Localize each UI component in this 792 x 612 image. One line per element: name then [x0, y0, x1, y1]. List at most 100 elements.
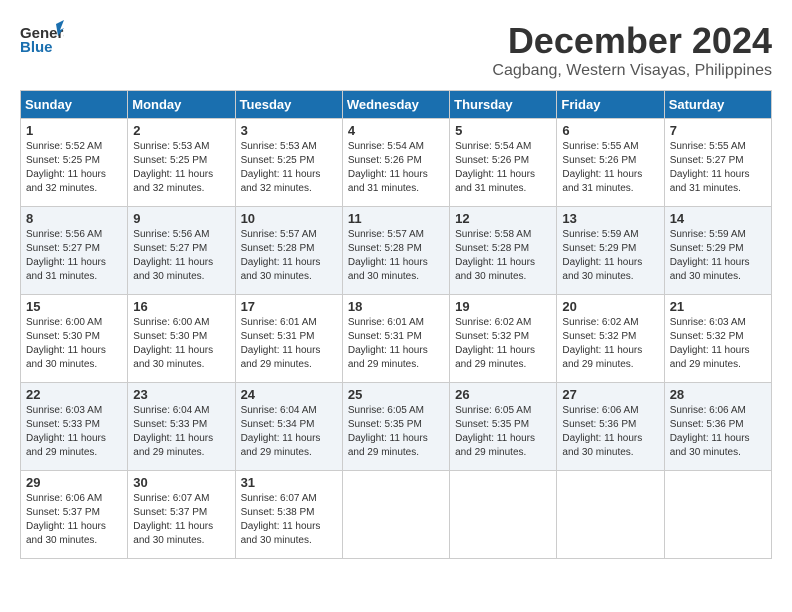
day-number: 14	[670, 211, 766, 226]
month-title: December 2024	[492, 20, 772, 62]
day-number: 16	[133, 299, 229, 314]
calendar-cell-1-5: 5 Sunrise: 5:54 AM Sunset: 5:26 PM Daylig…	[450, 119, 557, 207]
header-day-sunday: Sunday	[21, 91, 128, 119]
calendar-cell-3-1: 15 Sunrise: 6:00 AM Sunset: 5:30 PM Dayli…	[21, 295, 128, 383]
svg-text:Blue: Blue	[20, 39, 53, 56]
day-info: Sunrise: 6:06 AM Sunset: 5:36 PM Dayligh…	[562, 404, 658, 460]
calendar-cell-4-2: 23Sunrise: 6:04 AM Sunset: 5:33 PM Dayli…	[128, 383, 235, 471]
day-info: Sunrise: 6:00 AM Sunset: 5:30 PM Dayligh…	[133, 316, 229, 372]
day-number: 11	[348, 211, 444, 226]
calendar-cell-3-2: 16 Sunrise: 6:00 AM Sunset: 5:30 PM Dayli…	[128, 295, 235, 383]
day-info: Sunrise: 6:01 AM Sunset: 5:31 PM Dayligh…	[348, 316, 444, 372]
day-number: 29	[26, 475, 122, 490]
calendar-cell-2-3: 10 Sunrise: 5:57 AM Sunset: 5:28 PM Dayli…	[235, 207, 342, 295]
day-number: 22	[26, 387, 122, 402]
calendar-cell-1-1: 1 Sunrise: 5:52 AM Sunset: 5:25 PM Daylig…	[21, 119, 128, 207]
day-number: 4	[348, 123, 444, 138]
day-info: Sunrise: 6:02 AM Sunset: 5:32 PM Dayligh…	[455, 316, 551, 372]
day-info: Sunrise: 5:54 AM Sunset: 5:26 PM Dayligh…	[348, 140, 444, 196]
day-number: 3	[241, 123, 337, 138]
day-info: Sunrise: 6:07 AM Sunset: 5:37 PM Dayligh…	[133, 492, 229, 548]
day-info: Sunrise: 5:55 AM Sunset: 5:27 PM Dayligh…	[670, 140, 766, 196]
day-info: Sunrise: 6:04 AM Sunset: 5:34 PM Dayligh…	[241, 404, 337, 460]
day-number: 27	[562, 387, 658, 402]
calendar-cell-4-5: 26 Sunrise: 6:05 AM Sunset: 5:35 PM Dayli…	[450, 383, 557, 471]
day-info: Sunrise: 5:54 AM Sunset: 5:26 PM Dayligh…	[455, 140, 551, 196]
header-day-tuesday: Tuesday	[235, 91, 342, 119]
day-info: Sunrise: 5:56 AM Sunset: 5:27 PM Dayligh…	[26, 228, 122, 284]
header-day-saturday: Saturday	[664, 91, 771, 119]
calendar-cell-5-4	[342, 471, 449, 559]
calendar-cell-1-6: 6 Sunrise: 5:55 AM Sunset: 5:26 PM Daylig…	[557, 119, 664, 207]
header-day-monday: Monday	[128, 91, 235, 119]
calendar-cell-5-5	[450, 471, 557, 559]
day-info: Sunrise: 6:03 AM Sunset: 5:33 PM Dayligh…	[26, 404, 122, 460]
calendar-cell-1-2: 2 Sunrise: 5:53 AM Sunset: 5:25 PM Daylig…	[128, 119, 235, 207]
day-info: Sunrise: 5:59 AM Sunset: 5:29 PM Dayligh…	[562, 228, 658, 284]
day-info: Sunrise: 6:06 AM Sunset: 5:37 PM Dayligh…	[26, 492, 122, 548]
calendar-cell-2-2: 9Sunrise: 5:56 AM Sunset: 5:27 PM Daylig…	[128, 207, 235, 295]
calendar-week-2: 8 Sunrise: 5:56 AM Sunset: 5:27 PM Daylig…	[21, 207, 772, 295]
day-number: 28	[670, 387, 766, 402]
day-number: 5	[455, 123, 551, 138]
day-number: 26	[455, 387, 551, 402]
day-number: 24	[241, 387, 337, 402]
day-info: Sunrise: 6:01 AM Sunset: 5:31 PM Dayligh…	[241, 316, 337, 372]
header-day-wednesday: Wednesday	[342, 91, 449, 119]
day-info: Sunrise: 6:03 AM Sunset: 5:32 PM Dayligh…	[670, 316, 766, 372]
day-number: 12	[455, 211, 551, 226]
day-number: 15	[26, 299, 122, 314]
calendar-week-1: 1 Sunrise: 5:52 AM Sunset: 5:25 PM Daylig…	[21, 119, 772, 207]
day-info: Sunrise: 5:52 AM Sunset: 5:25 PM Dayligh…	[26, 140, 122, 196]
day-info: Sunrise: 5:53 AM Sunset: 5:25 PM Dayligh…	[133, 140, 229, 196]
calendar-cell-2-5: 12 Sunrise: 5:58 AM Sunset: 5:28 PM Dayli…	[450, 207, 557, 295]
calendar-cell-5-3: 31Sunrise: 6:07 AM Sunset: 5:38 PM Dayli…	[235, 471, 342, 559]
day-number: 13	[562, 211, 658, 226]
day-info: Sunrise: 5:55 AM Sunset: 5:26 PM Dayligh…	[562, 140, 658, 196]
day-info: Sunrise: 6:00 AM Sunset: 5:30 PM Dayligh…	[26, 316, 122, 372]
day-info: Sunrise: 5:56 AM Sunset: 5:27 PM Dayligh…	[133, 228, 229, 284]
day-info: Sunrise: 6:02 AM Sunset: 5:32 PM Dayligh…	[562, 316, 658, 372]
calendar-cell-3-4: 18Sunrise: 6:01 AM Sunset: 5:31 PM Dayli…	[342, 295, 449, 383]
calendar-cell-5-6	[557, 471, 664, 559]
day-info: Sunrise: 5:53 AM Sunset: 5:25 PM Dayligh…	[241, 140, 337, 196]
day-info: Sunrise: 6:06 AM Sunset: 5:36 PM Dayligh…	[670, 404, 766, 460]
calendar-cell-2-7: 14Sunrise: 5:59 AM Sunset: 5:29 PM Dayli…	[664, 207, 771, 295]
calendar-cell-5-1: 29 Sunrise: 6:06 AM Sunset: 5:37 PM Dayli…	[21, 471, 128, 559]
day-number: 8	[26, 211, 122, 226]
day-info: Sunrise: 5:57 AM Sunset: 5:28 PM Dayligh…	[348, 228, 444, 284]
day-number: 1	[26, 123, 122, 138]
calendar-cell-5-2: 30 Sunrise: 6:07 AM Sunset: 5:37 PM Dayli…	[128, 471, 235, 559]
day-info: Sunrise: 6:05 AM Sunset: 5:35 PM Dayligh…	[455, 404, 551, 460]
header-day-friday: Friday	[557, 91, 664, 119]
logo: General Blue	[20, 20, 64, 56]
day-number: 7	[670, 123, 766, 138]
calendar-cell-3-5: 19 Sunrise: 6:02 AM Sunset: 5:32 PM Dayli…	[450, 295, 557, 383]
logo-icon: General Blue	[20, 20, 64, 56]
day-number: 19	[455, 299, 551, 314]
day-number: 2	[133, 123, 229, 138]
calendar-cell-5-7	[664, 471, 771, 559]
calendar-cell-1-7: 7 Sunrise: 5:55 AM Sunset: 5:27 PM Daylig…	[664, 119, 771, 207]
calendar-table: SundayMondayTuesdayWednesdayThursdayFrid…	[20, 90, 772, 559]
header-row: SundayMondayTuesdayWednesdayThursdayFrid…	[21, 91, 772, 119]
calendar-cell-2-4: 11 Sunrise: 5:57 AM Sunset: 5:28 PM Dayli…	[342, 207, 449, 295]
calendar-cell-3-6: 20Sunrise: 6:02 AM Sunset: 5:32 PM Dayli…	[557, 295, 664, 383]
calendar-cell-4-3: 24 Sunrise: 6:04 AM Sunset: 5:34 PM Dayli…	[235, 383, 342, 471]
calendar-cell-2-1: 8 Sunrise: 5:56 AM Sunset: 5:27 PM Daylig…	[21, 207, 128, 295]
day-number: 6	[562, 123, 658, 138]
title-section: December 2024 Cagbang, Western Visayas, …	[492, 20, 772, 80]
day-info: Sunrise: 6:04 AM Sunset: 5:33 PM Dayligh…	[133, 404, 229, 460]
calendar-cell-1-3: 3 Sunrise: 5:53 AM Sunset: 5:25 PM Daylig…	[235, 119, 342, 207]
calendar-cell-4-1: 22 Sunrise: 6:03 AM Sunset: 5:33 PM Dayli…	[21, 383, 128, 471]
day-number: 31	[241, 475, 337, 490]
calendar-cell-3-3: 17Sunrise: 6:01 AM Sunset: 5:31 PM Dayli…	[235, 295, 342, 383]
calendar-cell-4-4: 25Sunrise: 6:05 AM Sunset: 5:35 PM Dayli…	[342, 383, 449, 471]
day-info: Sunrise: 5:57 AM Sunset: 5:28 PM Dayligh…	[241, 228, 337, 284]
location: Cagbang, Western Visayas, Philippines	[492, 62, 772, 80]
day-number: 10	[241, 211, 337, 226]
day-number: 25	[348, 387, 444, 402]
day-info: Sunrise: 5:58 AM Sunset: 5:28 PM Dayligh…	[455, 228, 551, 284]
header: General Blue December 2024 Cagbang, West…	[20, 20, 772, 80]
day-number: 30	[133, 475, 229, 490]
